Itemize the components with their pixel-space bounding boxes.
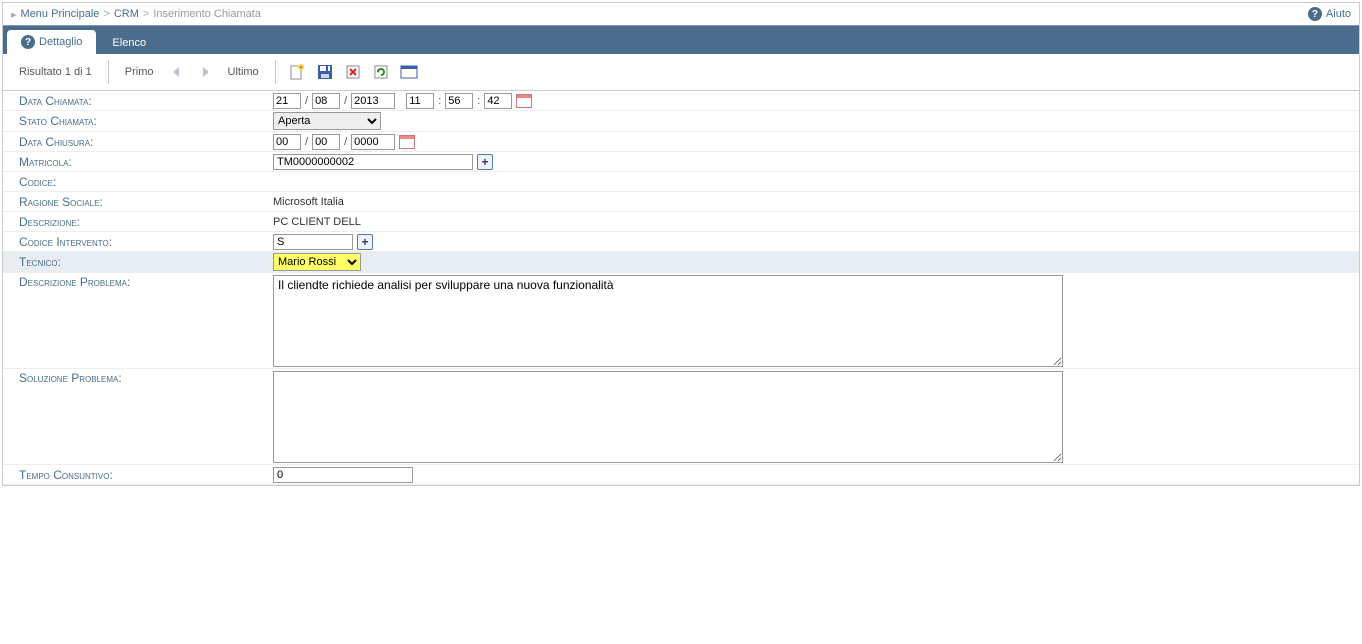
- soluzione-problema-textarea[interactable]: [273, 371, 1063, 463]
- call-time-hour[interactable]: [406, 93, 434, 109]
- close-date-year[interactable]: [351, 134, 395, 150]
- help-label: Aiuto: [1326, 8, 1351, 20]
- tab-dettaglio-label: Dettaglio: [39, 36, 82, 48]
- tab-bar: ? Dettaglio Elenco: [3, 26, 1359, 54]
- descrizione-value: PC CLIENT DELL: [273, 216, 361, 228]
- help-link[interactable]: ? Aiuto: [1308, 7, 1351, 21]
- label-stato-chiamata: Stato Chiamata:: [3, 114, 273, 128]
- label-data-chiusura: Data Chiusura:: [3, 135, 273, 149]
- breadcrumb-current: Inserimento Chiamata: [153, 8, 261, 20]
- first-button[interactable]: Primo: [119, 66, 160, 78]
- label-descrizione: Descrizione:: [3, 215, 273, 229]
- calendar-icon[interactable]: [516, 94, 532, 108]
- label-data-chiamata: Data Chiamata:: [3, 94, 273, 108]
- window-button[interactable]: [398, 61, 420, 83]
- label-codice-intervento: Codice Intervento:: [3, 235, 273, 249]
- label-soluzione-problema: Soluzione Problema:: [3, 371, 273, 385]
- label-matricola: Matricola:: [3, 155, 273, 169]
- refresh-button[interactable]: [370, 61, 392, 83]
- call-date-month[interactable]: [312, 93, 340, 109]
- tab-dettaglio[interactable]: ? Dettaglio: [7, 30, 96, 54]
- label-descrizione-problema: Descrizione Problema:: [3, 275, 273, 289]
- window-icon: [400, 65, 418, 79]
- toolbar: Risultato 1 di 1 Primo Ultimo ✦: [3, 54, 1359, 91]
- codice-intervento-input[interactable]: [273, 234, 353, 250]
- delete-button[interactable]: [342, 61, 364, 83]
- toolbar-sep: [108, 60, 109, 84]
- label-tecnico: Tecnico:: [3, 255, 273, 269]
- help-icon: ?: [1308, 7, 1322, 21]
- breadcrumb-sep: ▸: [11, 8, 17, 21]
- refresh-icon: [372, 63, 390, 81]
- stato-select[interactable]: Aperta: [273, 112, 381, 130]
- label-tempo-consuntivo: Tempo Consuntivo:: [3, 468, 273, 482]
- breadcrumb-sep: >: [143, 8, 149, 20]
- call-time-sec[interactable]: [484, 93, 512, 109]
- call-date-day[interactable]: [273, 93, 301, 109]
- arrow-left-icon: [169, 65, 185, 79]
- calendar-icon[interactable]: [399, 135, 415, 149]
- tab-elenco[interactable]: Elenco: [98, 32, 160, 54]
- breadcrumb-crm[interactable]: CRM: [114, 8, 139, 20]
- prev-button[interactable]: [166, 61, 188, 83]
- breadcrumb-sep: >: [103, 8, 109, 20]
- new-document-icon: ✦: [288, 63, 306, 81]
- result-counter: Risultato 1 di 1: [13, 66, 98, 78]
- call-time-min[interactable]: [445, 93, 473, 109]
- save-icon: [316, 63, 334, 81]
- delete-icon: [344, 63, 362, 81]
- tab-elenco-label: Elenco: [112, 37, 146, 49]
- tempo-consuntivo-input[interactable]: [273, 467, 413, 483]
- last-button[interactable]: Ultimo: [222, 66, 265, 78]
- svg-text:✦: ✦: [299, 65, 303, 71]
- close-date-day[interactable]: [273, 134, 301, 150]
- breadcrumb-main[interactable]: Menu Principale: [21, 8, 100, 20]
- save-button[interactable]: [314, 61, 336, 83]
- tecnico-select[interactable]: Mario Rossi: [273, 253, 361, 271]
- form-area: Data Chiamata: / / : : Stato Chiamata:: [3, 91, 1359, 485]
- info-icon: ?: [21, 35, 35, 49]
- breadcrumb: ▸ Menu Principale > CRM > Inserimento Ch…: [11, 8, 261, 21]
- matricola-input[interactable]: [273, 154, 473, 170]
- close-date-month[interactable]: [312, 134, 340, 150]
- descrizione-problema-textarea[interactable]: Il cliendte richiede analisi per svilupp…: [273, 275, 1063, 367]
- call-date-year[interactable]: [351, 93, 395, 109]
- new-button[interactable]: ✦: [286, 61, 308, 83]
- arrow-right-icon: [197, 65, 213, 79]
- next-button[interactable]: [194, 61, 216, 83]
- codice-intervento-lookup-button[interactable]: +: [357, 234, 373, 250]
- label-ragione-sociale: Ragione Sociale:: [3, 195, 273, 209]
- matricola-lookup-button[interactable]: +: [477, 154, 493, 170]
- ragione-sociale-value: Microsoft Italia: [273, 196, 344, 208]
- label-codice: Codice:: [3, 175, 273, 189]
- toolbar-sep: [275, 60, 276, 84]
